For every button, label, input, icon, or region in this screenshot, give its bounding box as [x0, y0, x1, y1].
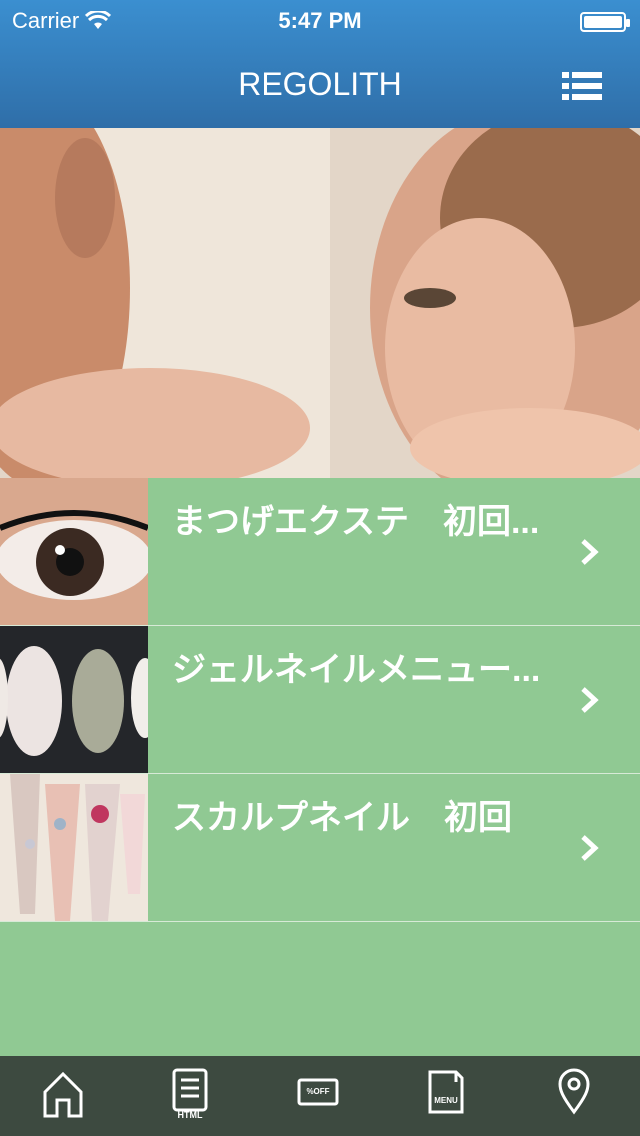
- book-icon: [428, 1070, 464, 1114]
- hero-image: [0, 128, 640, 478]
- list-menu-icon[interactable]: [562, 70, 602, 102]
- tab-html[interactable]: HTML: [160, 1068, 220, 1128]
- status-bar: Carrier 5:47 PM: [0, 0, 640, 40]
- tab-html-label: HTML: [177, 1110, 203, 1120]
- app-header: Carrier 5:47 PM REGOLITH: [0, 0, 640, 128]
- home-icon: [43, 1071, 83, 1118]
- chevron-right-icon: [581, 539, 599, 565]
- chevron-right-icon: [581, 835, 599, 861]
- sculpture-nail-thumbnail: [0, 774, 148, 921]
- eyelash-thumbnail: [0, 478, 148, 625]
- document-icon: [172, 1068, 208, 1112]
- list-item-label: まつげエクステ 初回...: [172, 503, 540, 541]
- chevron-right-icon: [581, 687, 599, 713]
- list-item-gel-nail[interactable]: ジェルネイルメニュー...: [0, 626, 640, 774]
- menu-list: まつげエクステ 初回... ジェルネイルメニュー... スカルプネイル 初回: [0, 478, 640, 922]
- list-item-label: スカルプネイル 初回: [172, 799, 512, 837]
- tab-location[interactable]: [544, 1068, 604, 1128]
- tab-coupon-label: %OFF: [306, 1087, 330, 1096]
- status-time: 5:47 PM: [278, 8, 362, 33]
- gel-nail-thumbnail: [0, 626, 148, 773]
- hero-photo: [0, 128, 640, 478]
- tab-bar: HTML %OFF MENU: [0, 1056, 640, 1136]
- list-item-sculpture-nail[interactable]: スカルプネイル 初回: [0, 774, 640, 922]
- page-title: REGOLITH: [238, 66, 402, 102]
- map-pin-icon: [558, 1068, 590, 1115]
- list-item-eyelash[interactable]: まつげエクステ 初回...: [0, 478, 640, 626]
- tab-home[interactable]: [33, 1068, 93, 1128]
- tab-menu-book[interactable]: MENU: [416, 1068, 476, 1128]
- tab-menu-label: MENU: [434, 1096, 458, 1105]
- list-item-label: ジェルネイルメニュー...: [172, 651, 541, 689]
- tab-coupon[interactable]: %OFF: [288, 1068, 348, 1128]
- battery-icon: [580, 12, 630, 32]
